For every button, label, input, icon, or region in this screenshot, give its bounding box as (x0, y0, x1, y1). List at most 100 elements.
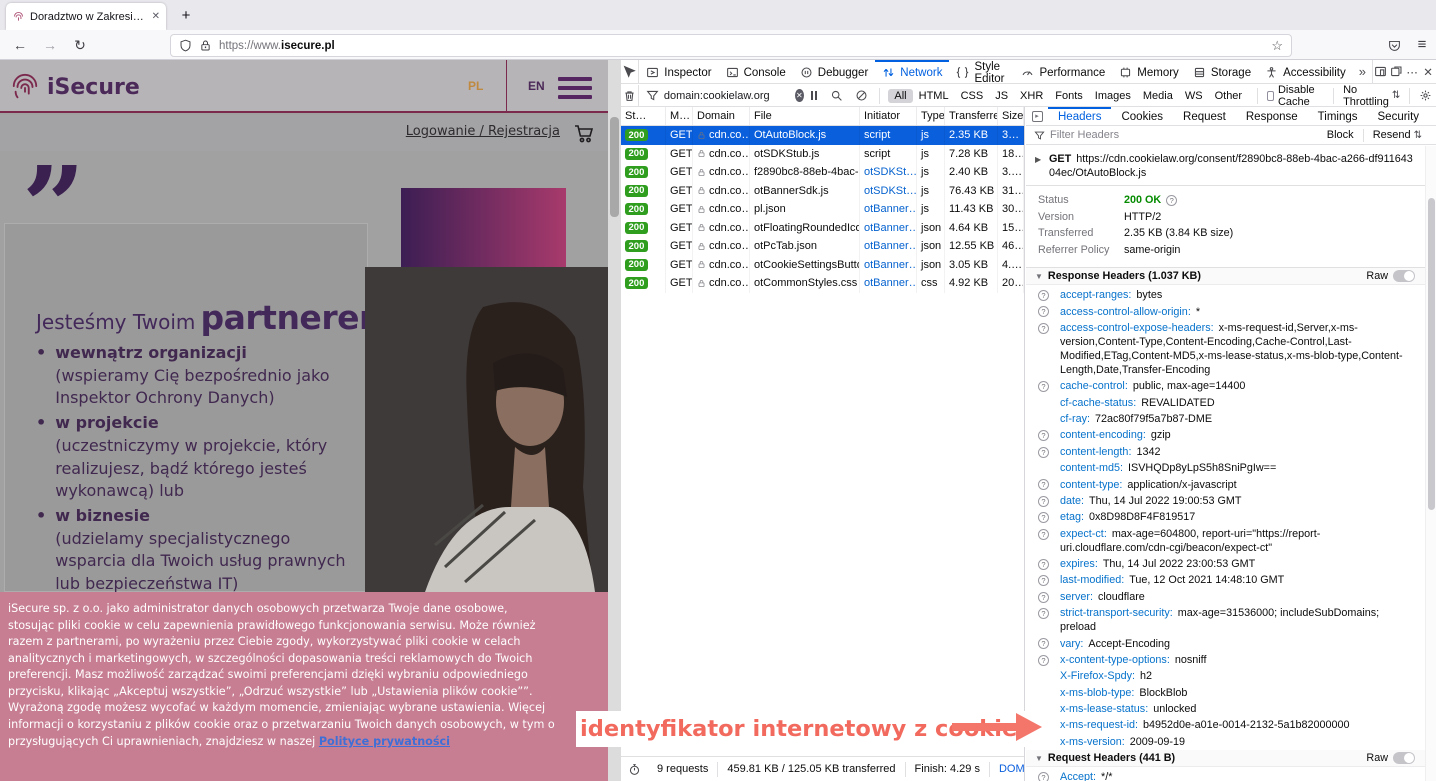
separate-window-icon[interactable] (1388, 60, 1404, 83)
header-row[interactable]: ? x-content-type-optionsnosniff (1026, 652, 1425, 668)
type-filter-pill[interactable]: All (888, 89, 912, 103)
type-filter-pill[interactable]: WS (1179, 89, 1209, 103)
initiator-cell[interactable]: otSDKSt… (864, 166, 917, 178)
header-row[interactable]: ? x-ms-blob-typeBlockBlob (1026, 685, 1425, 701)
header-row[interactable]: ? last-modifiedTue, 12 Oct 2021 14:48:10… (1026, 572, 1425, 588)
back-button[interactable]: ← (8, 33, 32, 57)
tab-console[interactable]: Console (719, 60, 793, 83)
header-row[interactable]: ? access-control-allow-origin* (1026, 303, 1425, 319)
help-icon[interactable]: ? (1038, 306, 1049, 317)
header-row[interactable]: ? access-control-expose-headersx-ms-requ… (1026, 320, 1425, 378)
lang-pl-button[interactable]: PL (468, 79, 483, 93)
detail-scrollbar[interactable] (1425, 146, 1436, 781)
help-icon[interactable]: ? (1038, 575, 1049, 586)
header-row[interactable]: ? expiresThu, 14 Jul 2022 23:00:53 GMT (1026, 556, 1425, 572)
help-icon[interactable]: ? (1038, 512, 1049, 523)
type-filter-pill[interactable]: Fonts (1049, 89, 1089, 103)
cart-icon[interactable] (572, 121, 596, 145)
request-row[interactable]: 200 GET cdn.co… otCommonStyles.css otBan… (621, 274, 1024, 293)
shield-icon[interactable] (179, 39, 192, 52)
help-icon[interactable]: ? (1038, 529, 1049, 540)
header-row[interactable]: ? varyAccept-Encoding (1026, 635, 1425, 651)
raw-toggle[interactable] (1393, 270, 1415, 282)
tab-inspector[interactable]: Inspector (639, 60, 718, 83)
initiator-cell[interactable]: otBanner… (864, 240, 917, 252)
header-row[interactable]: ? content-md5ISVHQDp8yLpS5h8SniPgIw== (1026, 460, 1425, 476)
browser-tab[interactable]: Doradztwo w Zakresie Ochrony Dany ✕ (6, 3, 166, 30)
menu-icon[interactable]: ≡ (1410, 33, 1434, 57)
scrollbar-thumb[interactable] (610, 117, 619, 217)
privacy-policy-link[interactable]: Polityce prywatności (319, 735, 450, 748)
tab-style-editor[interactable]: Style Editor (949, 60, 1014, 83)
initiator-cell[interactable]: otBanner… (864, 277, 917, 289)
header-row[interactable]: ? x-ms-version2009-09-19 (1026, 734, 1425, 750)
collapse-triangle-icon[interactable]: ▼ (1035, 754, 1043, 763)
request-row[interactable]: 200 GET cdn.co… otCookieSettingsButton.j… (621, 256, 1024, 275)
column-header[interactable]: Size (998, 107, 1024, 125)
request-row[interactable]: 200 GET cdn.co… pl.json otBanner… js 11.… (621, 200, 1024, 219)
tab-network[interactable]: Network (875, 60, 949, 83)
help-icon[interactable]: ? (1038, 592, 1049, 603)
network-settings-gear-icon[interactable] (1415, 89, 1436, 102)
response-headers-section[interactable]: ▼ Response Headers (1.037 KB) Raw (1026, 268, 1425, 285)
header-row[interactable]: ? content-length1342 (1026, 444, 1425, 460)
request-row[interactable]: 200 GET cdn.co… OtAutoBlock.js script js… (621, 126, 1024, 145)
tab-request[interactable]: Request (1173, 107, 1236, 125)
initiator-cell[interactable]: otBanner… (864, 203, 917, 215)
request-row[interactable]: 200 GET cdn.co… otPcTab.json otBanner… j… (621, 237, 1024, 256)
header-row[interactable]: ? etag0x8D98D8F4F819517 (1026, 509, 1425, 525)
more-tabs-icon[interactable]: » (1353, 60, 1372, 83)
header-row[interactable]: ? Accept*/* (1026, 769, 1425, 781)
search-icon[interactable] (830, 89, 843, 102)
block-icon[interactable] (855, 89, 868, 102)
help-icon[interactable]: ? (1038, 638, 1049, 649)
disable-cache-checkbox[interactable]: Disable Cache (1263, 84, 1329, 108)
pick-element-icon[interactable] (621, 60, 639, 83)
column-header[interactable]: Initiator (860, 107, 917, 125)
tab-response[interactable]: Response (1236, 107, 1308, 125)
pause-traffic-icon[interactable] (811, 91, 817, 100)
filter-headers-input[interactable]: Filter Headers (1050, 129, 1322, 141)
initiator-cell[interactable]: script (864, 148, 890, 160)
dock-details-icon[interactable]: ▸ (1026, 107, 1048, 125)
request-row[interactable]: 200 GET cdn.co… otSDKStub.js script js 7… (621, 145, 1024, 164)
initiator-cell[interactable]: script (864, 129, 890, 141)
url-bar[interactable]: https://www.isecure.pl ☆ (170, 34, 1292, 57)
tab-close-icon[interactable]: ✕ (152, 11, 160, 22)
reload-button[interactable]: ↻ (68, 33, 92, 57)
tab-cookies[interactable]: Cookies (1111, 107, 1173, 125)
bookmark-star-icon[interactable]: ☆ (1271, 38, 1283, 54)
resend-button[interactable]: Resend⇅ (1373, 129, 1422, 141)
page-scrollbar[interactable] (608, 60, 621, 781)
type-filter-pill[interactable]: Images (1089, 89, 1137, 103)
header-row[interactable]: ? content-typeapplication/x-javascript (1026, 476, 1425, 492)
help-icon[interactable]: ? (1038, 430, 1049, 441)
header-row[interactable]: ? content-encodinggzip (1026, 427, 1425, 443)
tab-memory[interactable]: Memory (1112, 60, 1186, 83)
header-row[interactable]: ? X-Firefox-Spdyh2 (1026, 668, 1425, 684)
checkbox-icon[interactable] (1267, 91, 1274, 101)
type-filter-pill[interactable]: HTML (913, 89, 955, 103)
login-register-link[interactable]: Logowanie / Rejestracja (406, 124, 560, 139)
help-icon[interactable]: ? (1038, 772, 1049, 781)
column-header[interactable]: Type (917, 107, 945, 125)
help-icon[interactable]: ? (1038, 447, 1049, 458)
site-logo[interactable]: iSecure (10, 71, 140, 103)
site-menu-icon[interactable] (558, 77, 592, 99)
pocket-icon[interactable] (1382, 33, 1406, 57)
devtools-options-icon[interactable]: ⋯ (1404, 60, 1420, 83)
tab-performance[interactable]: Performance (1014, 60, 1112, 83)
lang-en-button[interactable]: EN (528, 79, 545, 93)
header-row[interactable]: ? x-ms-request-idb4952d0e-a01e-0014-2132… (1026, 717, 1425, 733)
request-row[interactable]: 200 GET cdn.co… f2890bc8-88eb-4bac-a266-… (621, 163, 1024, 182)
collapse-triangle-icon[interactable]: ▼ (1035, 272, 1043, 281)
tab-security[interactable]: Security (1368, 107, 1430, 125)
header-row[interactable]: ? cache-controlpublic, max-age=14400 (1026, 378, 1425, 394)
clear-requests-icon[interactable] (621, 85, 639, 106)
devtools-close-icon[interactable]: ✕ (1420, 60, 1436, 83)
url-filter-input[interactable]: domain:cookielaw.org (639, 89, 795, 102)
block-button[interactable]: Block (1327, 129, 1354, 141)
lock-icon[interactable] (199, 39, 212, 52)
header-row[interactable]: ? strict-transport-securitymax-age=31536… (1026, 605, 1425, 635)
forward-button[interactable]: → (38, 33, 62, 57)
